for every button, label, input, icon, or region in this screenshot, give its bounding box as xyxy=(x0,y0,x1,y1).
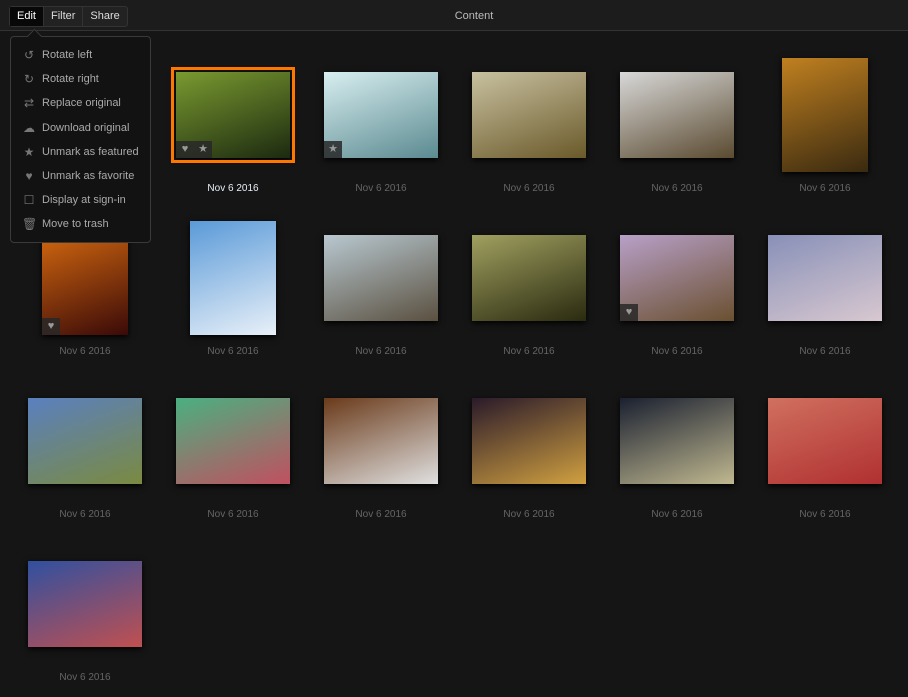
photo-tile[interactable]: Nov 6 2016 xyxy=(455,208,603,371)
photo-thumbnail[interactable] xyxy=(190,221,276,335)
star-icon: ★ xyxy=(23,144,35,159)
heart-icon[interactable]: ♥ xyxy=(176,141,194,158)
menu-item-label: Rotate right xyxy=(42,73,99,86)
photo-date: Nov 6 2016 xyxy=(355,346,407,357)
photo-tile[interactable]: Nov 6 2016 xyxy=(307,371,455,534)
photo-tile[interactable]: Nov 6 2016 xyxy=(455,45,603,208)
photo-date: Nov 6 2016 xyxy=(651,183,703,194)
photo-tile[interactable]: Nov 6 2016 xyxy=(159,371,307,534)
photo-date: Nov 6 2016 xyxy=(799,509,851,520)
photo-thumbnail[interactable]: ♥ xyxy=(620,235,734,321)
trash-icon: 🗑 xyxy=(22,217,38,232)
photo-date: Nov 6 2016 xyxy=(207,346,259,357)
heart-icon[interactable]: ♥ xyxy=(620,304,638,321)
photo-date: Nov 6 2016 xyxy=(799,346,851,357)
cloud-download-icon: ☁ xyxy=(23,120,35,135)
photo-thumbnail[interactable] xyxy=(768,398,882,484)
photo-thumbnail[interactable] xyxy=(620,72,734,158)
photo-thumbnail[interactable] xyxy=(472,398,586,484)
menu-item-display-at-sign-in[interactable]: ☐ Display at sign-in xyxy=(11,188,150,212)
photo-badges: ★ xyxy=(324,141,342,158)
photo-thumbnail[interactable]: ♥ ★ xyxy=(171,67,295,163)
photo-thumbnail[interactable] xyxy=(620,398,734,484)
photo-tile[interactable]: Nov 6 2016 xyxy=(751,371,899,534)
photo-thumbnail[interactable] xyxy=(28,561,142,647)
photo-date: Nov 6 2016 xyxy=(355,183,407,194)
photo-tile[interactable]: Nov 6 2016 xyxy=(455,371,603,534)
photo-date: Nov 6 2016 xyxy=(59,509,111,520)
photo-tile[interactable]: Nov 6 2016 xyxy=(603,371,751,534)
photo-tile[interactable]: Nov 6 2016 xyxy=(603,45,751,208)
photo-date: Nov 6 2016 xyxy=(207,509,259,520)
menu-item-unmark-as-featured[interactable]: ★ Unmark as featured xyxy=(11,140,150,164)
photo-thumbnail[interactable] xyxy=(324,235,438,321)
checkbox-icon: ☐ xyxy=(23,193,35,208)
photo-tile[interactable]: ♥ Nov 6 2016 xyxy=(603,208,751,371)
edit-menu: ↺ Rotate left ↻ Rotate right ⇄ Replace origin… xyxy=(10,36,151,243)
photo-date: Nov 6 2016 xyxy=(207,183,259,194)
photo-date: Nov 6 2016 xyxy=(503,509,555,520)
photo-thumbnail[interactable] xyxy=(176,398,290,484)
rotate-right-icon: ↻ xyxy=(23,72,35,87)
photo-tile[interactable]: Nov 6 2016 xyxy=(751,208,899,371)
star-icon[interactable]: ★ xyxy=(194,141,212,158)
photo-thumbnail[interactable] xyxy=(472,235,586,321)
photo-date: Nov 6 2016 xyxy=(651,509,703,520)
menu-item-label: Rotate left xyxy=(42,49,93,62)
photo-date: Nov 6 2016 xyxy=(799,183,851,194)
menu-item-replace-original[interactable]: ⇄ Replace original xyxy=(11,91,150,115)
heart-icon[interactable]: ♥ xyxy=(42,318,60,335)
photo-date: Nov 6 2016 xyxy=(503,183,555,194)
photo-badges: ♥ xyxy=(620,304,638,321)
menu-item-move-to-trash[interactable]: 🗑 Move to trash xyxy=(11,212,150,236)
photo-date: Nov 6 2016 xyxy=(651,346,703,357)
menu-item-rotate-left[interactable]: ↺ Rotate left xyxy=(11,43,150,67)
photo-date: Nov 6 2016 xyxy=(503,346,555,357)
menu-item-rotate-right[interactable]: ↻ Rotate right xyxy=(11,67,150,91)
photo-thumbnail[interactable] xyxy=(324,398,438,484)
photo-badges: ♥ xyxy=(42,318,60,335)
photo-thumbnail[interactable]: ★ xyxy=(324,72,438,158)
page-title: Content xyxy=(454,10,494,22)
photo-tile[interactable]: Nov 6 2016 xyxy=(159,208,307,371)
photo-thumbnail[interactable] xyxy=(28,398,142,484)
photo-date: Nov 6 2016 xyxy=(355,509,407,520)
photo-date: Nov 6 2016 xyxy=(59,346,111,357)
photo-thumbnail[interactable] xyxy=(782,58,868,172)
photo-date: Nov 6 2016 xyxy=(59,672,111,683)
replace-icon: ⇄ xyxy=(23,96,35,111)
rotate-left-icon: ↺ xyxy=(23,48,35,63)
photo-tile[interactable]: Nov 6 2016 xyxy=(11,534,159,697)
menu-item-label: Replace original xyxy=(42,97,121,110)
photo-tile[interactable]: Nov 6 2016 xyxy=(751,45,899,208)
heart-icon: ♥ xyxy=(25,169,33,184)
photo-badges: ♥ ★ xyxy=(176,141,212,158)
photo-thumbnail[interactable] xyxy=(472,72,586,158)
menu-item-label: Unmark as featured xyxy=(42,145,139,158)
menu-item-label: Download original xyxy=(42,121,130,134)
photo-thumbnail[interactable] xyxy=(768,235,882,321)
photo-tile[interactable]: Nov 6 2016 xyxy=(11,371,159,534)
menu-item-label: Move to trash xyxy=(42,218,109,231)
photo-tile[interactable]: ♥ ★ Nov 6 2016 xyxy=(159,45,307,208)
menu-item-download-original[interactable]: ☁ Download original xyxy=(11,116,150,140)
photo-tile[interactable]: Nov 6 2016 xyxy=(307,208,455,371)
star-icon[interactable]: ★ xyxy=(324,141,342,158)
menu-item-label: Display at sign-in xyxy=(42,194,126,207)
top-toolbar: Edit Filter Share Content xyxy=(0,0,908,31)
menu-item-unmark-as-favorite[interactable]: ♥ Unmark as favorite xyxy=(11,164,150,188)
menu-item-label: Unmark as favorite xyxy=(42,170,135,183)
photo-tile[interactable]: ★ Nov 6 2016 xyxy=(307,45,455,208)
